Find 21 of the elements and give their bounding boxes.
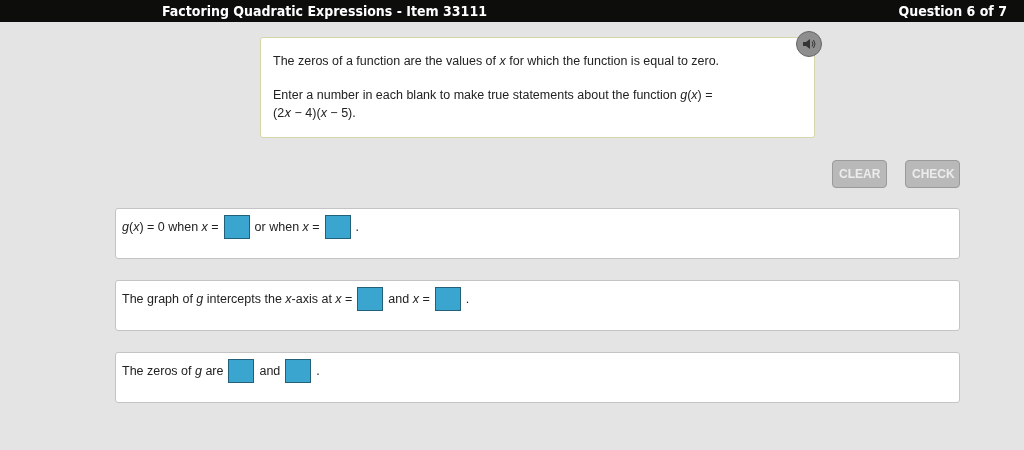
quiz-title: Factoring Quadratic Expressions - Item 33111 [162,3,487,19]
statement-text: and x = [388,291,430,308]
statement-text: . [316,363,320,380]
answer-box[interactable] [228,359,255,383]
statement-text: or when x = [254,219,320,236]
statement-text: The graph of g intercepts the x-axis at x = [122,291,353,308]
statement-text: g(x) = 0 when x = [122,219,219,236]
statement-text: . [465,291,470,308]
answer-box[interactable] [324,215,351,239]
answer-box[interactable] [357,287,384,311]
answer-box[interactable] [223,215,250,239]
speaker-icon [802,38,816,50]
instruction-text: Enter a number in each blank to make true statements about the function g(x) = (2𝑥 − 4)(x − 5). [273,87,714,122]
statement-text: . [355,219,360,236]
question-counter: Question 6 of 7 [898,3,1007,19]
audio-button[interactable] [796,31,822,57]
statement-text: and [259,363,281,380]
answer-box[interactable] [434,287,461,311]
instruction-text: The zeros of a function are the values of x for which the function is equal to zero. [273,53,721,70]
statement-text: The zeros of g are [122,363,224,380]
answer-box[interactable] [285,359,312,383]
